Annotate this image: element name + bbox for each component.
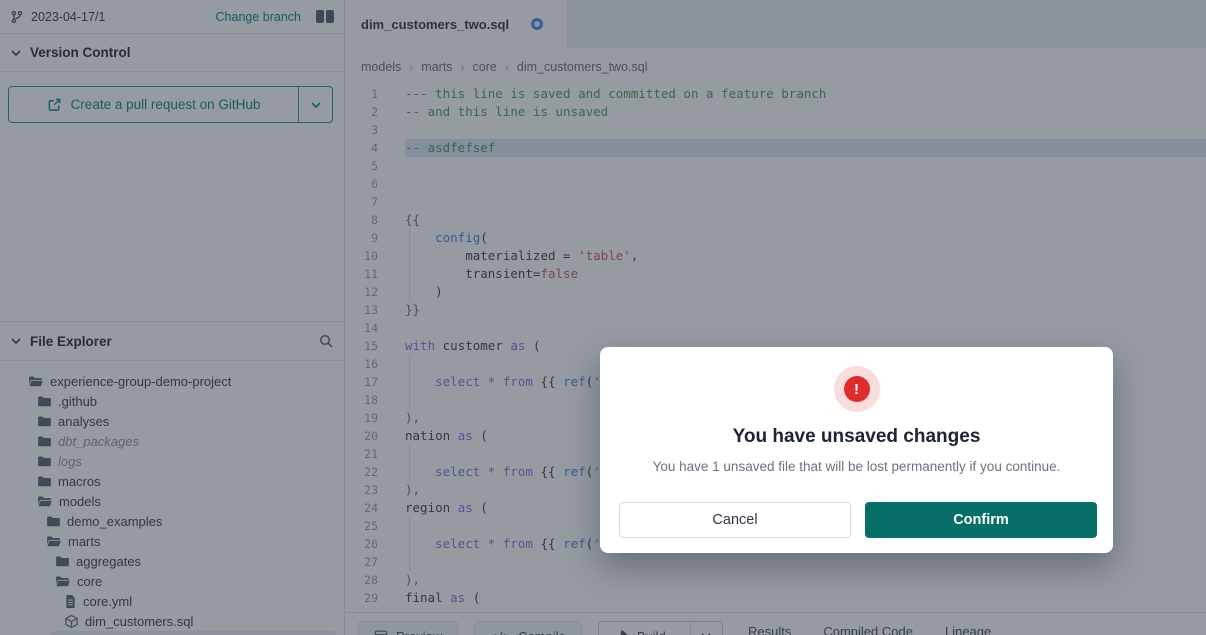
unsaved-changes-modal: ! You have unsaved changes You have 1 un… bbox=[600, 347, 1113, 553]
dbt-cloud-ide: 2023-04-17/1 Change branch Version Contr… bbox=[0, 0, 1206, 635]
modal-title: You have unsaved changes bbox=[600, 426, 1113, 448]
alert-icon: ! bbox=[834, 366, 880, 412]
confirm-button[interactable]: Confirm bbox=[865, 502, 1097, 538]
modal-body: You have 1 unsaved file that will be los… bbox=[600, 459, 1113, 474]
cancel-button[interactable]: Cancel bbox=[619, 502, 851, 538]
